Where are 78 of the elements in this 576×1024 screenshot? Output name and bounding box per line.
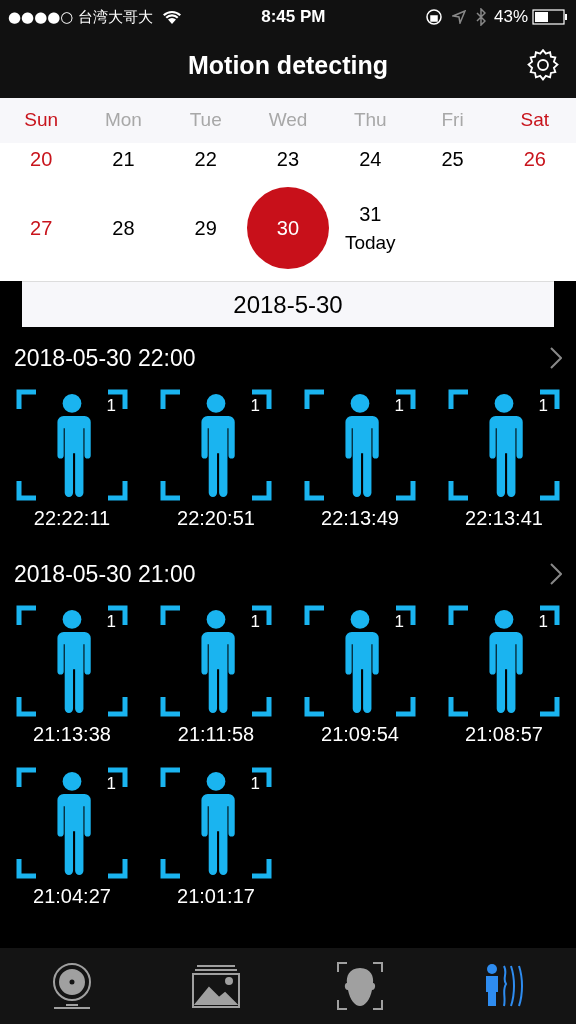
motion-thumbnail[interactable]: 1 bbox=[304, 605, 416, 717]
clock-time: 8:45 PM bbox=[261, 6, 326, 29]
event-time: 22:22:11 bbox=[33, 506, 111, 531]
rotation-lock-icon bbox=[425, 9, 442, 25]
motion-sensor-icon bbox=[484, 964, 524, 1008]
carrier-name: ●●●●○ 台湾大哥大 bbox=[8, 6, 154, 28]
motion-thumbnail[interactable]: 1 bbox=[448, 605, 560, 717]
calendar-day[interactable]: 25 bbox=[441, 144, 464, 174]
frame-corners-icon bbox=[304, 389, 416, 501]
person-count: 1 bbox=[250, 611, 260, 633]
chevron-right-icon bbox=[550, 563, 562, 585]
camera-icon bbox=[50, 963, 94, 1009]
weekday-label: Sat bbox=[519, 108, 551, 133]
calendar-day[interactable]: 26 bbox=[523, 144, 546, 174]
event-time: 22:13:41 bbox=[465, 506, 543, 531]
frame-corners-icon bbox=[16, 389, 128, 501]
frame-corners-icon bbox=[160, 767, 272, 879]
motion-thumbnail[interactable]: 1 bbox=[16, 767, 128, 879]
calendar-day[interactable]: 20 bbox=[30, 144, 53, 174]
calendar-day[interactable]: 29 bbox=[194, 213, 217, 243]
event-time: 22:13:49 bbox=[321, 506, 399, 531]
settings-icon[interactable] bbox=[526, 48, 560, 82]
event-time: 21:09:54 bbox=[321, 722, 399, 747]
motion-thumbnail[interactable]: 1 bbox=[16, 605, 128, 717]
person-count: 1 bbox=[538, 395, 548, 417]
location-icon bbox=[451, 10, 466, 24]
person-count: 1 bbox=[394, 395, 404, 417]
calendar-day[interactable]: 22 bbox=[194, 144, 217, 174]
event-time: 21:08:57 bbox=[465, 722, 543, 747]
person-count: 1 bbox=[250, 395, 260, 417]
person-count: 1 bbox=[394, 611, 404, 633]
calendar-day[interactable]: 28 bbox=[112, 213, 135, 243]
battery-icon bbox=[532, 9, 568, 25]
calendar-day[interactable]: 23 bbox=[276, 144, 300, 174]
motion-thumbnail[interactable]: 1 bbox=[304, 389, 416, 501]
person-count: 1 bbox=[106, 395, 116, 417]
person-count: 1 bbox=[106, 611, 116, 633]
calendar-day[interactable]: 31 Today bbox=[344, 198, 396, 258]
screen-title: Motion detecting bbox=[188, 50, 388, 82]
frame-corners-icon bbox=[160, 389, 272, 501]
bluetooth-icon bbox=[475, 8, 486, 26]
weekday-label: Fri bbox=[440, 108, 465, 133]
weekday-label: Wed bbox=[267, 108, 309, 133]
person-count: 1 bbox=[538, 611, 548, 633]
person-count: 1 bbox=[250, 773, 260, 795]
event-time: 22:20:51 bbox=[177, 506, 255, 531]
calendar-day[interactable]: 24 bbox=[359, 144, 382, 174]
gallery-icon bbox=[192, 964, 240, 1008]
event-time: 21:13:38 bbox=[33, 722, 111, 747]
motion-thumbnail[interactable]: 1 bbox=[160, 389, 272, 501]
hour-group-header[interactable]: 2018-05-30 21:00 bbox=[0, 543, 576, 605]
frame-corners-icon bbox=[448, 605, 560, 717]
hour-group-header[interactable]: 2018-05-30 22:00 bbox=[0, 327, 576, 389]
event-time: 21:01:17 bbox=[177, 884, 255, 909]
weekday-label: Sun bbox=[23, 108, 60, 133]
selected-date: 2018-5-30 bbox=[233, 289, 343, 320]
weekday-label: Tue bbox=[188, 108, 223, 133]
frame-corners-icon bbox=[160, 605, 272, 717]
frame-corners-icon bbox=[304, 605, 416, 717]
weekday-label: Thu bbox=[352, 108, 388, 133]
motion-thumbnail[interactable]: 1 bbox=[448, 389, 560, 501]
wifi-icon bbox=[163, 10, 182, 24]
weekday-label: Mon bbox=[103, 108, 143, 133]
frame-corners-icon bbox=[16, 767, 128, 879]
calendar-day[interactable]: 27 bbox=[30, 213, 53, 243]
face-icon bbox=[337, 962, 383, 1010]
frame-corners-icon bbox=[16, 605, 128, 717]
motion-thumbnail[interactable]: 1 bbox=[160, 767, 272, 879]
motion-thumbnail[interactable]: 1 bbox=[160, 605, 272, 717]
person-count: 1 bbox=[106, 773, 116, 795]
motion-thumbnail[interactable]: 1 bbox=[16, 389, 128, 501]
calendar-day[interactable]: 21 bbox=[112, 144, 135, 174]
chevron-right-icon bbox=[550, 347, 562, 369]
battery-percent: 43% bbox=[493, 6, 528, 29]
calendar-day[interactable]: 30 bbox=[247, 187, 329, 269]
frame-corners-icon bbox=[448, 389, 560, 501]
event-time: 21:11:58 bbox=[177, 722, 255, 747]
event-time: 21:04:27 bbox=[33, 884, 111, 909]
